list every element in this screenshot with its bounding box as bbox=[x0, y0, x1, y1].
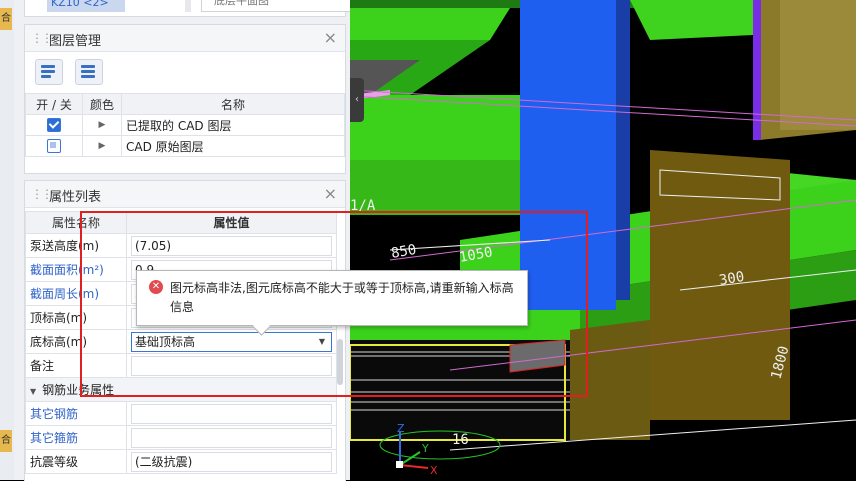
prop-name: 备注 bbox=[25, 353, 127, 378]
table-row[interactable]: 其它钢筋 bbox=[25, 401, 337, 426]
prop-name: 其它箍筋 bbox=[25, 425, 127, 450]
scrollbar[interactable] bbox=[337, 339, 343, 385]
left-dock-strip: 合 合 bbox=[0, 0, 15, 480]
scrollbar[interactable] bbox=[185, 0, 191, 12]
cad-3d-viewport[interactable]: 1/A 850 1050 300 1800 16 Z Y X ‹ bbox=[350, 0, 856, 480]
drag-handle-icon[interactable]: ⋮⋮ bbox=[31, 31, 53, 45]
expand-arrow-icon[interactable]: ▶ bbox=[82, 114, 122, 136]
grid-label: 1/A bbox=[350, 198, 376, 214]
expand-arrow-icon[interactable]: ▶ bbox=[82, 135, 122, 157]
collapse-panel-handle[interactable]: ‹ bbox=[350, 78, 364, 122]
model-scene: 1/A 850 1050 300 1800 16 Z Y X bbox=[350, 0, 856, 477]
table-row[interactable]: 泵送高度(m) (7.05) bbox=[25, 233, 337, 258]
prop-name: 底标高(m) bbox=[25, 329, 127, 354]
close-icon[interactable]: × bbox=[324, 184, 337, 203]
layer-table: 开 / 关 颜色 名称 ▶ 已提取的 CAD 图层 ▶ CAD 原始图层 bbox=[25, 93, 345, 157]
section-title: 钢筋业务属性 bbox=[42, 383, 115, 397]
prop-name: 截面面积(m²) bbox=[25, 257, 127, 282]
table-row[interactable]: 抗震等级 (二级抗震) bbox=[25, 449, 337, 474]
drag-handle-icon[interactable]: ⋮⋮ bbox=[31, 187, 53, 201]
table-row[interactable]: 底标高(m) 基础顶标高 ▼ bbox=[25, 329, 337, 354]
prop-name: 泵送高度(m) bbox=[25, 233, 127, 258]
panel-title: 属性列表 bbox=[49, 190, 102, 205]
table-row[interactable]: 备注 bbox=[25, 353, 337, 378]
prop-name: 其它钢筋 bbox=[25, 401, 127, 426]
panel-header: ⋮⋮ 属性列表 × bbox=[25, 181, 345, 208]
axis-y-label: Y bbox=[421, 442, 429, 455]
error-tooltip: ✕ 图元标高非法,图元底标高不能大于或等于顶标高,请重新输入标高信息 bbox=[136, 270, 528, 336]
axis-x-label: X bbox=[430, 464, 438, 477]
col-color: 颜色 bbox=[82, 93, 122, 115]
dock-tab[interactable]: 合 bbox=[0, 8, 12, 30]
layer-add-button[interactable] bbox=[35, 59, 63, 85]
prop-value[interactable]: (二级抗震) bbox=[131, 451, 332, 472]
prop-value[interactable] bbox=[131, 427, 332, 448]
table-row[interactable]: ▶ 已提取的 CAD 图层 bbox=[25, 114, 345, 136]
layer-checkbox[interactable] bbox=[47, 118, 61, 133]
grid-number: 16 bbox=[452, 432, 469, 448]
col-prop-value: 属性值 bbox=[126, 211, 337, 234]
floor-select[interactable]: 底层平面图 bbox=[201, 0, 355, 12]
layer-name: 已提取的 CAD 图层 bbox=[121, 114, 345, 136]
prop-value[interactable] bbox=[131, 403, 332, 424]
component-list: KZ10 <2> 底层平面图 bbox=[24, 0, 355, 17]
collapse-arrow-icon[interactable]: ▼ bbox=[30, 387, 36, 396]
bottom-elevation-select[interactable]: 基础顶标高 ▼ bbox=[131, 331, 332, 352]
layer-name: CAD 原始图层 bbox=[121, 135, 345, 157]
error-message: 图元标高非法,图元底标高不能大于或等于顶标高,请重新输入标高信息 bbox=[170, 281, 514, 314]
layer-checkbox[interactable] bbox=[47, 139, 61, 154]
prop-name: 抗震等级 bbox=[25, 449, 127, 474]
component-item[interactable]: KZ10 <2> bbox=[47, 0, 125, 12]
col-name: 名称 bbox=[121, 93, 345, 115]
dock-tab[interactable]: 合 bbox=[0, 430, 12, 452]
prop-name: 截面周长(m) bbox=[25, 281, 127, 306]
close-icon[interactable]: × bbox=[324, 28, 337, 47]
layer-list-button[interactable] bbox=[75, 59, 103, 85]
property-list-panel: ⋮⋮ 属性列表 × 属性名称 属性值 泵送高度(m) (7.05) 截面面积(m… bbox=[24, 180, 346, 481]
chevron-down-icon[interactable]: ▼ bbox=[319, 333, 325, 351]
axis-z-label: Z bbox=[397, 422, 405, 435]
table-row[interactable]: ▶ CAD 原始图层 bbox=[25, 135, 345, 157]
section-row[interactable]: ▼ 钢筋业务属性 bbox=[25, 377, 337, 402]
col-onoff: 开 / 关 bbox=[25, 93, 83, 115]
property-table: 属性名称 属性值 泵送高度(m) (7.05) 截面面积(m²) 0.9 截面周… bbox=[25, 211, 337, 474]
col-prop-name: 属性名称 bbox=[25, 211, 127, 234]
error-icon: ✕ bbox=[149, 280, 163, 294]
prop-name: 顶标高(m) bbox=[25, 305, 127, 330]
table-row[interactable]: 其它箍筋 bbox=[25, 425, 337, 450]
panel-header: ⋮⋮ 图层管理 × bbox=[25, 25, 345, 52]
dimension-label: 850 bbox=[390, 242, 418, 262]
panel-title: 图层管理 bbox=[49, 34, 102, 49]
layer-management-panel: ⋮⋮ 图层管理 × 开 / 关 颜色 名称 ▶ 已提取的 CAD 图层 ▶ CA… bbox=[24, 24, 346, 174]
prop-value[interactable]: (7.05) bbox=[131, 235, 332, 256]
prop-value[interactable] bbox=[131, 355, 332, 376]
left-panel: KZ10 <2> 底层平面图 ⋮⋮ 图层管理 × 开 / 关 颜色 名称 ▶ 已… bbox=[14, 0, 355, 481]
prop-value: 基础顶标高 bbox=[135, 334, 196, 349]
